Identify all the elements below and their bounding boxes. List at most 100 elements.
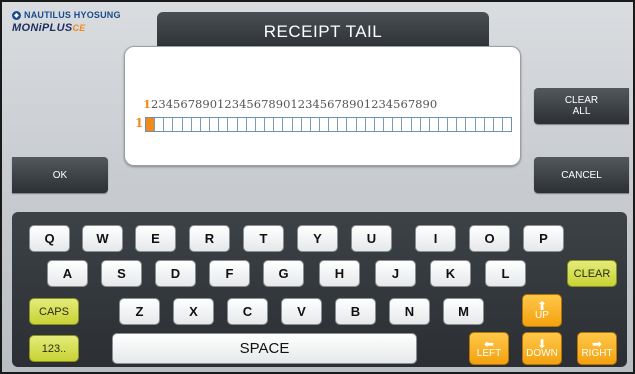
- left-key[interactable]: ⬅ LEFT: [469, 332, 509, 365]
- product-name: MONiPLUSCE: [12, 22, 121, 34]
- arrow-up-icon: ⬆: [536, 298, 548, 313]
- input-cell: [164, 118, 174, 131]
- key-i[interactable]: I: [415, 225, 456, 252]
- input-panel: 1234567890123456789012345678901234567890…: [124, 46, 521, 166]
- key-e[interactable]: E: [135, 225, 176, 252]
- on-screen-keyboard: Q W E R T Y U I O P A S D F G H J K L CL…: [12, 212, 627, 367]
- atm-screen: ◆ NAUTILUS HYOSUNG MONiPLUSCE RECEIPT TA…: [0, 0, 635, 374]
- input-cell: [320, 118, 330, 131]
- cancel-button[interactable]: CANCEL: [534, 157, 629, 193]
- caps-key[interactable]: CAPS: [29, 298, 79, 325]
- key-m[interactable]: M: [443, 298, 484, 325]
- input-cell: [448, 118, 458, 131]
- down-key-label: DOWN: [526, 347, 558, 359]
- key-y[interactable]: Y: [297, 225, 338, 252]
- input-cell: [375, 118, 385, 131]
- key-x[interactable]: X: [173, 298, 214, 325]
- input-cell: [347, 118, 357, 131]
- brand-text: NAUTILUS HYOSUNG: [24, 10, 121, 20]
- key-b[interactable]: B: [335, 298, 376, 325]
- arrow-left-icon: ⬅: [483, 336, 495, 351]
- text-input-field[interactable]: [145, 117, 512, 132]
- numeric-key[interactable]: 123..: [29, 335, 79, 362]
- ok-button[interactable]: OK: [12, 157, 108, 193]
- key-p[interactable]: P: [523, 225, 564, 252]
- key-l[interactable]: L: [485, 260, 526, 287]
- ruler-digits: 234567890123456789012345678901234567890: [151, 97, 438, 111]
- up-key[interactable]: ⬆ UP: [522, 294, 562, 327]
- left-key-label: LEFT: [476, 347, 502, 359]
- key-u[interactable]: U: [351, 225, 392, 252]
- input-cell: [311, 118, 320, 131]
- key-a[interactable]: A: [47, 260, 88, 287]
- key-n[interactable]: N: [389, 298, 430, 325]
- input-cell: [384, 118, 394, 131]
- key-j[interactable]: J: [375, 260, 416, 287]
- input-cell: [155, 118, 165, 131]
- key-v[interactable]: V: [281, 298, 322, 325]
- input-cell: [421, 118, 430, 131]
- row-number: 1: [135, 116, 144, 130]
- input-cell: [457, 118, 467, 131]
- right-key-label: RIGHT: [581, 347, 613, 359]
- product-suffix: CE: [72, 23, 86, 33]
- input-cell: [357, 118, 366, 131]
- input-cell: [192, 118, 201, 131]
- column-ruler: 1234567890123456789012345678901234567890: [143, 97, 437, 111]
- input-cell: [228, 118, 238, 131]
- key-r[interactable]: R: [189, 225, 230, 252]
- input-cell: [393, 118, 403, 131]
- input-cell: [412, 118, 421, 131]
- input-cell: [247, 118, 256, 131]
- key-t[interactable]: T: [243, 225, 284, 252]
- up-key-label: UP: [535, 309, 549, 321]
- input-cell: [238, 118, 247, 131]
- page-title: RECEIPT TAIL: [157, 12, 489, 48]
- key-s[interactable]: S: [101, 260, 142, 287]
- input-cell: [293, 118, 302, 131]
- space-key[interactable]: SPACE: [112, 333, 417, 364]
- input-cell: [402, 118, 412, 131]
- input-cell: [503, 118, 511, 131]
- brand-icon: ◆: [12, 10, 21, 20]
- ruler-first-digit: 1: [143, 97, 152, 111]
- clear-all-label-line1: CLEAR: [564, 95, 599, 106]
- down-key[interactable]: ⬇ DOWN: [522, 332, 562, 365]
- clear-key[interactable]: CLEAR: [567, 260, 617, 287]
- key-f[interactable]: F: [209, 260, 250, 287]
- input-cell: [302, 118, 311, 131]
- key-g[interactable]: G: [263, 260, 304, 287]
- input-cell: [274, 118, 284, 131]
- brand-name: ◆ NAUTILUS HYOSUNG: [12, 10, 121, 20]
- arrow-right-icon: ➡: [591, 336, 603, 351]
- input-cell: [201, 118, 211, 131]
- key-c[interactable]: C: [227, 298, 268, 325]
- input-cell: [265, 118, 275, 131]
- input-cursor: [146, 118, 156, 131]
- input-cell: [439, 118, 449, 131]
- input-cell: [219, 118, 229, 131]
- key-d[interactable]: D: [155, 260, 196, 287]
- input-cell: [173, 118, 183, 131]
- key-z[interactable]: Z: [119, 298, 160, 325]
- key-w[interactable]: W: [82, 225, 123, 252]
- input-cell: [476, 118, 485, 131]
- input-cell: [485, 118, 494, 131]
- input-cell: [329, 118, 339, 131]
- key-o[interactable]: O: [469, 225, 510, 252]
- input-cell: [256, 118, 266, 131]
- key-k[interactable]: K: [430, 260, 471, 287]
- clear-all-button[interactable]: CLEAR ALL: [534, 88, 629, 124]
- input-cell: [494, 118, 504, 131]
- key-h[interactable]: H: [319, 260, 360, 287]
- input-cell: [430, 118, 439, 131]
- key-q[interactable]: Q: [29, 225, 70, 252]
- hyosung-logo: ◆ NAUTILUS HYOSUNG MONiPLUSCE: [12, 10, 121, 34]
- product-text: MONiPLUS: [12, 22, 73, 34]
- clear-all-label-line2: ALL: [572, 106, 591, 117]
- input-cell: [466, 118, 476, 131]
- arrow-down-icon: ⬇: [536, 336, 548, 351]
- right-key[interactable]: ➡ RIGHT: [577, 332, 617, 365]
- input-cell: [210, 118, 220, 131]
- input-cell: [283, 118, 293, 131]
